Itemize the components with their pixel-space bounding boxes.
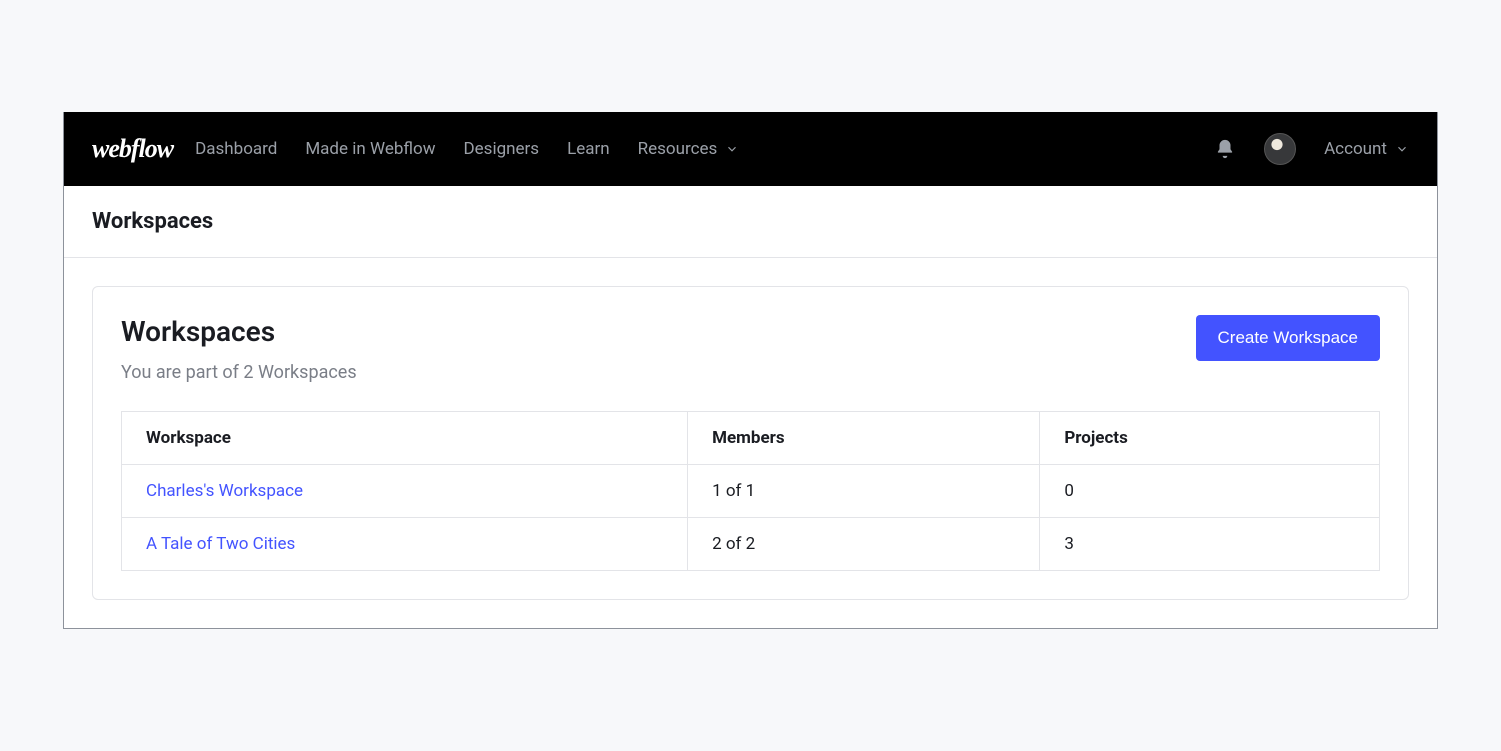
create-workspace-button[interactable]: Create Workspace xyxy=(1196,315,1380,361)
col-header-workspace: Workspace xyxy=(122,412,688,465)
nav-resources-label: Resources xyxy=(638,139,718,159)
app-frame: webflow Dashboard Made in Webflow Design… xyxy=(63,112,1438,629)
cell-members: 1 of 1 xyxy=(688,465,1040,518)
col-header-members: Members xyxy=(688,412,1040,465)
col-header-projects: Projects xyxy=(1040,412,1380,465)
table-header-row: Workspace Members Projects xyxy=(122,412,1380,465)
panel-heading-block: Workspaces You are part of 2 Workspaces xyxy=(121,315,357,383)
panel-wrap: Workspaces You are part of 2 Workspaces … xyxy=(64,258,1437,628)
nav-resources[interactable]: Resources xyxy=(638,139,740,159)
nav-learn[interactable]: Learn xyxy=(567,139,610,159)
panel-title: Workspaces xyxy=(121,315,357,348)
workspaces-table: Workspace Members Projects Charles's Wor… xyxy=(121,411,1380,571)
nav-designers[interactable]: Designers xyxy=(464,139,540,159)
workspaces-panel: Workspaces You are part of 2 Workspaces … xyxy=(92,286,1409,600)
panel-subtitle: You are part of 2 Workspaces xyxy=(121,362,357,383)
nav-made-in-webflow[interactable]: Made in Webflow xyxy=(305,139,435,159)
account-menu[interactable]: Account xyxy=(1324,139,1409,159)
topbar: webflow Dashboard Made in Webflow Design… xyxy=(64,112,1437,186)
cell-projects: 3 xyxy=(1040,518,1380,571)
chevron-down-icon xyxy=(725,142,739,156)
nav-dashboard[interactable]: Dashboard xyxy=(195,139,277,159)
cell-members: 2 of 2 xyxy=(688,518,1040,571)
workspace-link[interactable]: Charles's Workspace xyxy=(146,481,303,501)
panel-header: Workspaces You are part of 2 Workspaces … xyxy=(121,315,1380,383)
subheader: Workspaces xyxy=(64,186,1437,258)
table-row: Charles's Workspace 1 of 1 0 xyxy=(122,465,1380,518)
page-title: Workspaces xyxy=(92,209,213,234)
cell-projects: 0 xyxy=(1040,465,1380,518)
chevron-down-icon xyxy=(1395,142,1409,156)
logo[interactable]: webflow xyxy=(92,134,173,164)
notifications-icon[interactable] xyxy=(1214,138,1236,160)
account-label: Account xyxy=(1324,139,1387,159)
workspace-link[interactable]: A Tale of Two Cities xyxy=(146,534,295,554)
avatar[interactable] xyxy=(1264,133,1296,165)
table-row: A Tale of Two Cities 2 of 2 3 xyxy=(122,518,1380,571)
